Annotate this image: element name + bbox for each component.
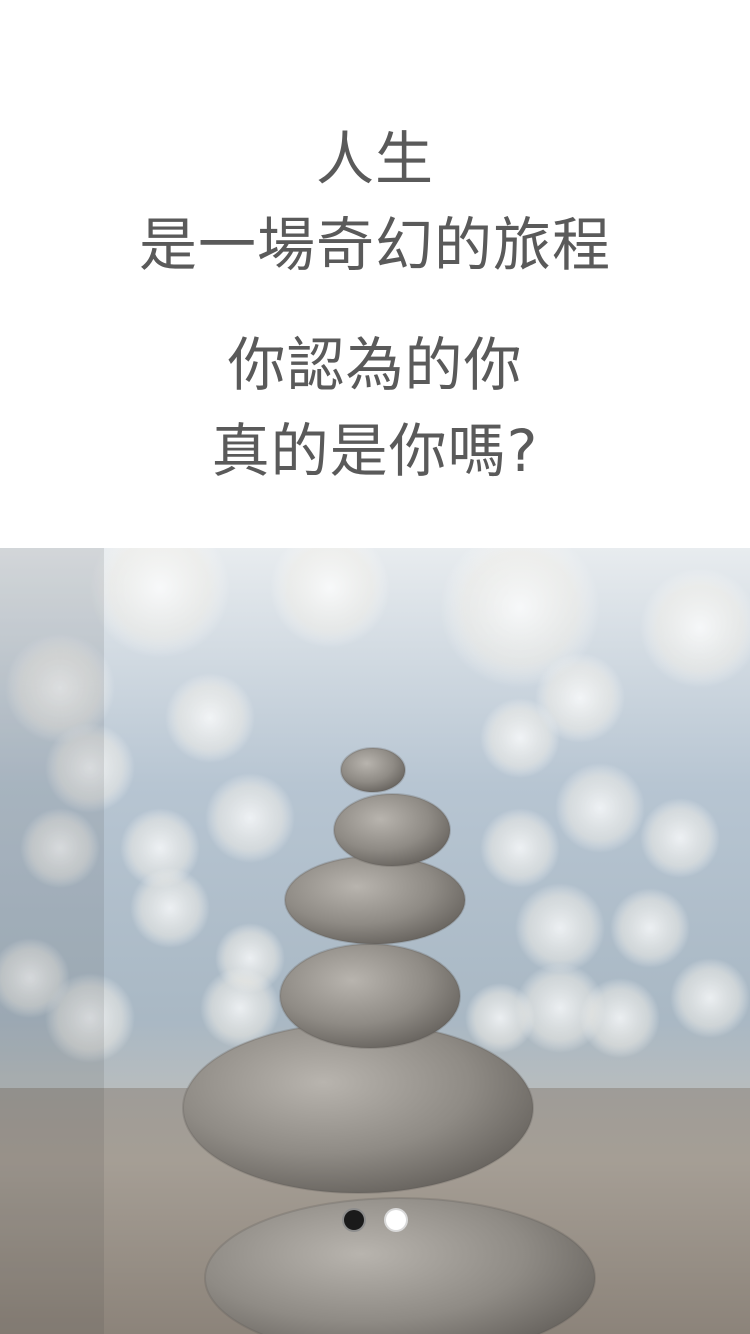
page-indicator (0, 1208, 750, 1232)
intro-line-2: 是一場奇幻的旅程 (138, 211, 611, 279)
intro-heading: 人生 是一場奇幻的旅程 (0, 116, 750, 288)
page-dot-1[interactable] (342, 1208, 366, 1232)
onboarding-screen: 人生 是一場奇幻的旅程 你認為的你 真的是你嗎? (0, 0, 750, 1334)
intro-line-4: 真的是你嗎? (211, 417, 539, 485)
page-dot-2[interactable] (384, 1208, 408, 1232)
intro-question: 你認為的你 真的是你嗎? (0, 322, 750, 494)
intro-line-3: 你認為的你 (227, 331, 523, 399)
intro-line-1: 人生 (315, 125, 434, 193)
